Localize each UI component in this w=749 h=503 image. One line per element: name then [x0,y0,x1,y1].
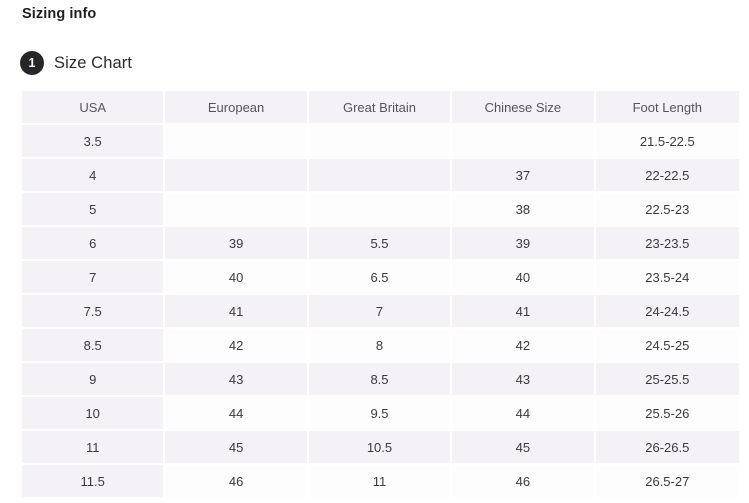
table-cell: 9 [22,363,166,397]
table-cell: 10.5 [308,431,453,465]
table-cell: 42 [452,329,596,363]
table-cell: 8 [308,329,453,363]
table-row: 7 40 6.5 40 23.5-24 [22,261,739,295]
table-cell: 42 [165,329,309,363]
sizing-info-page: Sizing info 1 Size Chart USA European Grea… [0,0,749,503]
table-cell: 24-24.5 [595,295,739,329]
table-cell: 6.5 [308,261,453,295]
table-cell: 5 [22,193,166,227]
column-header-european: European [165,91,309,125]
column-header-chinese-size: Chinese Size [452,91,596,125]
table-cell: 23-23.5 [595,227,739,261]
table-cell: 45 [165,431,309,465]
table-cell [165,193,309,227]
table-row: 6 39 5.5 39 23-23.5 [22,227,739,261]
table-cell: 8.5 [22,329,166,363]
column-header-great-britain: Great Britain [308,91,453,125]
table-cell: 46 [452,465,596,499]
table-header: USA European Great Britain Chinese Size Foot… [22,91,739,125]
table-cell: 7 [22,261,166,295]
table-cell: 8.5 [308,363,453,397]
table-cell: 7.5 [22,295,166,329]
table-cell [452,125,596,159]
table-cell: 11 [22,431,166,465]
table-body: 3.5 21.5-22.5 4 37 22-22.5 5 38 22.5-23 6 39 5.5 39… [22,125,739,499]
table-cell: 39 [165,227,309,261]
table-header-row: USA European Great Britain Chinese Size Foot… [22,91,739,125]
table-row: 9 43 8.5 43 25-25.5 [22,363,739,397]
table-cell: 38 [452,193,596,227]
table-cell: 21.5-22.5 [595,125,739,159]
table-row: 8.5 42 8 42 24.5-25 [22,329,739,363]
table-cell: 22-22.5 [595,159,739,193]
table-cell: 24.5-25 [595,329,739,363]
table-cell: 11 [308,465,453,499]
table-cell [308,159,453,193]
table-cell: 9.5 [308,397,453,431]
table-cell: 10 [22,397,166,431]
table-row: 10 44 9.5 44 25.5-26 [22,397,739,431]
table-cell [165,159,309,193]
table-cell: 7 [308,295,453,329]
table-cell: 40 [165,261,309,295]
size-chart-table-container: USA European Great Britain Chinese Size Foot… [22,91,739,499]
page-title: Sizing info [22,6,97,22]
table-cell [308,125,453,159]
size-chart-section-header: 1 Size Chart [20,51,132,75]
step-number-badge: 1 [20,51,44,75]
table-cell: 39 [452,227,596,261]
table-cell: 25-25.5 [595,363,739,397]
table-row: 3.5 21.5-22.5 [22,125,739,159]
section-title: Size Chart [54,53,133,72]
table-cell: 41 [452,295,596,329]
table-row: 4 37 22-22.5 [22,159,739,193]
table-row: 11 45 10.5 45 26-26.5 [22,431,739,465]
table-cell: 4 [22,159,166,193]
table-cell: 45 [452,431,596,465]
table-cell: 40 [452,261,596,295]
table-cell: 43 [452,363,596,397]
table-cell: 5.5 [308,227,453,261]
table-cell: 25.5-26 [595,397,739,431]
size-chart-table: USA European Great Britain Chinese Size Foot… [22,91,739,499]
table-row: 7.5 41 7 41 24-24.5 [22,295,739,329]
table-cell: 23.5-24 [595,261,739,295]
table-cell: 22.5-23 [595,193,739,227]
table-cell: 46 [165,465,309,499]
table-cell: 43 [165,363,309,397]
table-cell: 44 [452,397,596,431]
table-cell: 44 [165,397,309,431]
table-cell: 6 [22,227,166,261]
table-cell [165,125,309,159]
table-cell: 37 [452,159,596,193]
table-cell: 26.5-27 [595,465,739,499]
table-cell: 11.5 [22,465,166,499]
column-header-foot-length: Foot Length [595,91,739,125]
column-header-usa: USA [22,91,166,125]
table-cell: 3.5 [22,125,166,159]
table-cell: 41 [165,295,309,329]
table-cell [308,193,453,227]
table-cell: 26-26.5 [595,431,739,465]
table-row: 5 38 22.5-23 [22,193,739,227]
table-row: 11.5 46 11 46 26.5-27 [22,465,739,499]
